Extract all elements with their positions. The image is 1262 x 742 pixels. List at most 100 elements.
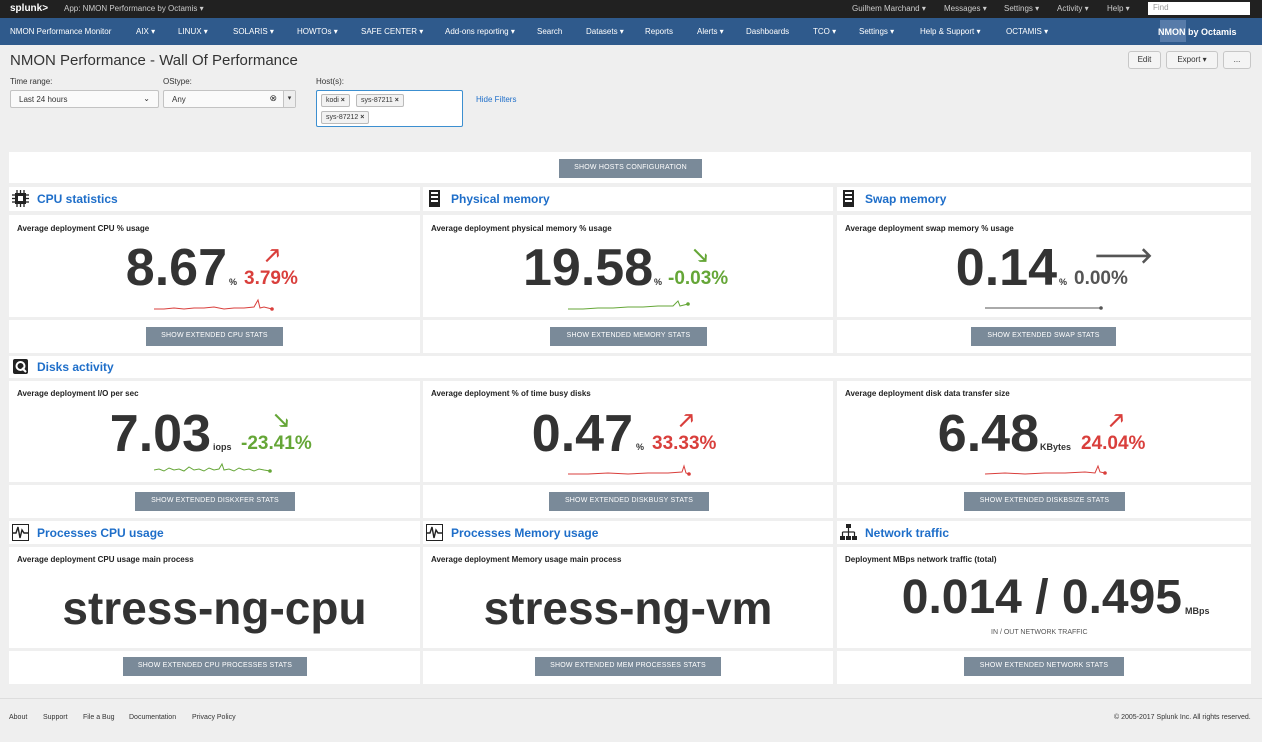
cpu-unit: %	[229, 277, 238, 287]
trend-flat-arrow-icon: 🡒	[1094, 243, 1153, 268]
memory-button-panel: SHOW EXTENDED MEMORY STATS	[423, 320, 833, 353]
proc-mem-button-panel: SHOW EXTENDED MEM PROCESSES STATS	[423, 651, 833, 684]
show-hosts-configuration-button[interactable]: SHOW HOSTS CONFIGURATION	[559, 159, 702, 178]
hosts-multiselect[interactable]: kodi × sys-87211 × sys-87212 ×	[316, 90, 463, 127]
cpu-metric-panel: Average deployment CPU % usage 8.67 % 🡕 …	[9, 215, 420, 317]
splunk-topbar: splunk> App: NMON Performance by Octamis…	[0, 0, 1262, 18]
footer-documentation-link[interactable]: Documentation	[129, 714, 176, 721]
memory-section-title: Physical memory	[451, 192, 550, 206]
app-selector[interactable]: App: NMON Performance by Octamis ▾	[64, 4, 204, 13]
trend-down-arrow-icon: 🡖	[274, 408, 289, 433]
app-name[interactable]: NMON Performance Monitor	[10, 27, 111, 36]
diskxfer-value: 7.03	[109, 405, 211, 463]
nav-howtos[interactable]: HOWTOs ▾	[297, 27, 338, 36]
proc-mem-section-header: Processes Memory usage	[423, 521, 833, 544]
nav-reports[interactable]: Reports	[645, 27, 673, 36]
remove-tag-icon[interactable]: ×	[360, 114, 364, 121]
show-extended-memory-stats-button[interactable]: SHOW EXTENDED MEMORY STATS	[550, 327, 707, 346]
dashboard-title: NMON Performance - Wall Of Performance	[10, 52, 298, 69]
remove-tag-icon[interactable]: ×	[341, 97, 345, 104]
show-extended-swap-stats-button[interactable]: SHOW EXTENDED SWAP STATS	[971, 327, 1116, 346]
diskxfer-trend: -23.41%	[241, 433, 312, 454]
dropdown-arrow-icon[interactable]: ▾	[283, 91, 295, 107]
activity-monitor-icon	[12, 524, 29, 541]
network-metric-panel: Deployment MBps network traffic (total) …	[837, 547, 1251, 648]
show-extended-mem-processes-stats-button[interactable]: SHOW EXTENDED MEM PROCESSES STATS	[535, 657, 721, 676]
nav-octamis[interactable]: OCTAMIS ▾	[1006, 27, 1048, 36]
memory-metric-label: Average deployment physical memory % usa…	[431, 224, 612, 233]
footer-support-link[interactable]: Support	[43, 714, 68, 721]
proc-cpu-metric-label: Average deployment CPU usage main proces…	[17, 555, 194, 564]
memory-icon	[429, 190, 440, 207]
proc-cpu-section-header: Processes CPU usage	[9, 521, 420, 544]
edit-button[interactable]: Edit	[1128, 51, 1161, 69]
page-footer: About Support File a Bug Documentation P…	[0, 698, 1262, 742]
proc-mem-section-title: Processes Memory usage	[451, 526, 599, 540]
diskxfer-metric-label: Average deployment I/O per sec	[17, 389, 139, 398]
memory-unit: %	[654, 277, 663, 287]
network-metric-label: Deployment MBps network traffic (total)	[845, 555, 997, 564]
help-menu[interactable]: Help ▾	[1107, 4, 1130, 13]
footer-file-bug-link[interactable]: File a Bug	[83, 714, 115, 721]
show-extended-network-stats-button[interactable]: SHOW EXTENDED NETWORK STATS	[964, 657, 1124, 676]
network-icon	[840, 524, 857, 540]
nav-solaris[interactable]: SOLARIS ▾	[233, 27, 274, 36]
memory-section-header: Physical memory	[423, 187, 833, 211]
time-range-select[interactable]: Last 24 hours ⌄	[10, 90, 159, 108]
swap-button-panel: SHOW EXTENDED SWAP STATS	[837, 320, 1251, 353]
swap-value: 0.14	[955, 239, 1057, 297]
diskbsize-metric-panel: Average deployment disk data transfer si…	[837, 381, 1251, 482]
host-tag[interactable]: sys-87212 ×	[321, 111, 370, 124]
cpu-sparkline	[154, 298, 274, 311]
settings-menu[interactable]: Settings ▾	[1004, 4, 1039, 13]
octamis-brand: NMON by Octamis	[1158, 27, 1237, 37]
nav-tco[interactable]: TCO ▾	[813, 27, 836, 36]
trend-up-arrow-icon: 🡕	[1109, 408, 1124, 433]
swap-section-title: Swap memory	[865, 192, 947, 206]
proc-cpu-button-panel: SHOW EXTENDED CPU PROCESSES STATS	[9, 651, 420, 684]
nav-datasets[interactable]: Datasets ▾	[586, 27, 624, 36]
host-tag[interactable]: sys-87211 ×	[356, 94, 404, 107]
hide-filters-link[interactable]: Hide Filters	[476, 95, 516, 104]
show-extended-cpu-stats-button[interactable]: SHOW EXTENDED CPU STATS	[146, 327, 283, 346]
splunk-logo[interactable]: splunk>	[10, 3, 48, 14]
proc-mem-metric-label: Average deployment Memory usage main pro…	[431, 555, 622, 564]
nav-alerts[interactable]: Alerts ▾	[697, 27, 724, 36]
proc-mem-value: stress-ng-vm	[483, 582, 773, 634]
ostype-label: OStype:	[163, 77, 192, 86]
diskbsize-value: 6.48	[937, 405, 1039, 463]
show-extended-diskbsize-stats-button[interactable]: SHOW EXTENDED DISKBSIZE STATS	[964, 492, 1125, 511]
ostype-select[interactable]: Any ⊗ ▾	[163, 90, 296, 108]
host-tag[interactable]: kodi ×	[321, 94, 350, 107]
proc-cpu-metric-panel: Average deployment CPU usage main proces…	[9, 547, 420, 648]
diskxfer-unit: iops	[213, 442, 232, 452]
show-extended-diskbusy-stats-button[interactable]: SHOW EXTENDED DISKBUSY STATS	[549, 492, 709, 511]
nav-help-support[interactable]: Help & Support ▾	[920, 27, 981, 36]
diskbusy-metric-panel: Average deployment % of time busy disks …	[423, 381, 833, 482]
nav-addons-reporting[interactable]: Add-ons reporting ▾	[445, 27, 515, 36]
nav-dashboards[interactable]: Dashboards	[746, 27, 789, 36]
nav-safe-center[interactable]: SAFE CENTER ▾	[361, 27, 423, 36]
footer-privacy-link[interactable]: Privacy Policy	[192, 714, 236, 721]
diskbsize-unit: KBytes	[1040, 442, 1072, 452]
nav-search[interactable]: Search	[537, 27, 562, 36]
export-button[interactable]: Export ▾	[1166, 51, 1218, 69]
proc-cpu-section-title: Processes CPU usage	[37, 526, 164, 540]
footer-about-link[interactable]: About	[9, 714, 27, 721]
messages-menu[interactable]: Messages ▾	[944, 4, 987, 13]
nav-linux[interactable]: LINUX ▾	[178, 27, 208, 36]
memory-sparkline	[568, 300, 690, 310]
cpu-value: 8.67	[125, 239, 227, 297]
show-extended-diskxfer-stats-button[interactable]: SHOW EXTENDED DISKXFER STATS	[135, 492, 295, 511]
network-value: 0.014 / 0.495	[901, 571, 1182, 624]
remove-tag-icon[interactable]: ×	[395, 97, 399, 104]
activity-menu[interactable]: Activity ▾	[1057, 4, 1089, 13]
nav-settings[interactable]: Settings ▾	[859, 27, 894, 36]
find-input[interactable]: Find	[1148, 2, 1250, 15]
memory-metric-panel: Average deployment physical memory % usa…	[423, 215, 833, 317]
user-menu[interactable]: Guilhem Marchand ▾	[852, 4, 926, 13]
show-extended-cpu-processes-stats-button[interactable]: SHOW EXTENDED CPU PROCESSES STATS	[123, 657, 307, 676]
more-actions-button[interactable]: ...	[1223, 51, 1251, 69]
clear-icon[interactable]: ⊗	[269, 93, 277, 104]
nav-aix[interactable]: AIX ▾	[136, 27, 155, 36]
